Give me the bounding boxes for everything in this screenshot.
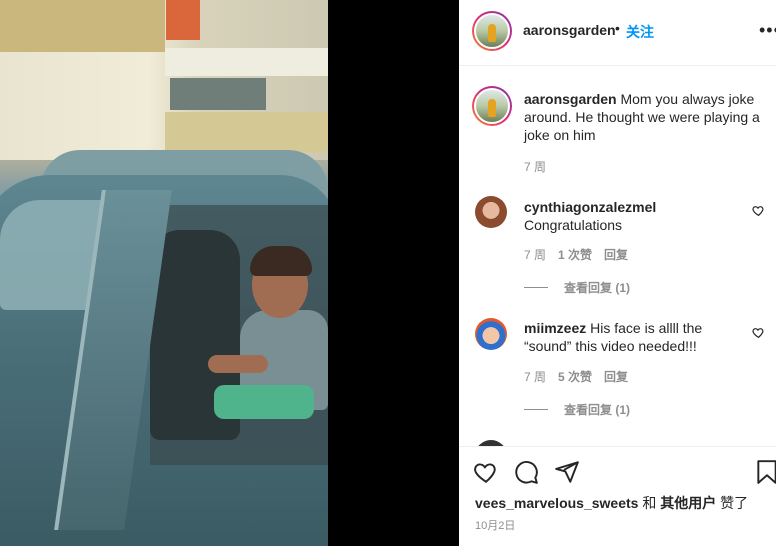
bookmark-icon[interactable] [754,459,776,485]
view-replies-button[interactable]: 查看回复 (1) [524,279,630,296]
post-actions: vees_marvelous_sweets 和 其他用户 赞了 10月2日 [459,446,776,546]
separator-dot: • [615,20,620,36]
liked-and: 和 [638,495,661,511]
child-shorts [214,385,314,419]
caption-time[interactable]: 7 周 [524,158,546,175]
heart-icon[interactable] [473,459,499,485]
comment-likes[interactable]: 1 次赞 [558,246,592,263]
comment-username[interactable]: cynthiagonzalezmel [524,199,656,215]
follow-button[interactable]: 关注 [626,22,654,42]
comment-meta: 7 周 5 次赞 回复 [524,368,628,385]
comment-time[interactable]: 7 周 [524,246,546,263]
avatar-image [474,13,510,49]
author-avatar[interactable] [472,11,512,51]
building-band [0,0,165,52]
comment-like-icon[interactable] [752,326,765,339]
building-railing [165,48,328,76]
child-arm [208,355,268,373]
author-username[interactable]: aaronsgarden [523,22,616,38]
building-window [170,78,266,110]
avatar-image [474,88,510,124]
replies-line [524,409,548,410]
post-date[interactable]: 10月2日 [475,517,515,533]
liked-by-user[interactable]: vees_marvelous_sweets [475,495,638,511]
comment-avatar[interactable] [475,196,507,228]
share-icon[interactable] [554,459,580,485]
comment-icon[interactable] [513,459,539,485]
comment-body: Congratulations [524,217,623,233]
building-wall [165,112,328,152]
view-replies-label: 查看回复 (1) [564,403,631,417]
comment-text: miimzeez His face is allll the “sound” t… [524,319,739,355]
reply-button[interactable]: 回复 [604,368,628,385]
post-sidebar: aaronsgarden • 关注 ••• aaronsgarden Mom y… [459,0,776,546]
comment-meta: 7 周 1 次赞 回复 [524,246,628,263]
child-hair [250,246,312,276]
comment-like-icon[interactable] [752,204,765,217]
view-replies-button[interactable]: 查看回复 (1) [524,401,630,418]
view-replies-label: 查看回复 (1) [564,281,631,295]
video-frame[interactable] [0,0,328,546]
caption-username[interactable]: aaronsgarden [524,91,617,107]
post-media[interactable] [0,0,459,546]
more-options-icon[interactable]: ••• [759,20,776,41]
liked-others[interactable]: 其他用户 [660,495,716,511]
comment-likes[interactable]: 5 次赞 [558,368,592,385]
comment-avatar[interactable] [475,318,507,350]
liked-suffix: 赞了 [716,495,749,511]
comment-text: cynthiagonzalezmel Congratulations [524,198,744,234]
comment-username[interactable]: miimzeez [524,320,586,336]
building-awning [166,0,200,40]
liked-by-text: vees_marvelous_sweets 和 其他用户 赞了 [475,493,748,513]
replies-line [524,287,548,288]
reply-button[interactable]: 回复 [604,246,628,263]
comment-time[interactable]: 7 周 [524,368,546,385]
caption-avatar[interactable] [472,86,512,126]
comments-list[interactable]: aaronsgarden Mom you always joke around.… [459,66,776,446]
caption-text: aaronsgarden Mom you always joke around.… [524,90,769,144]
post-header: aaronsgarden • 关注 ••• [459,0,776,66]
